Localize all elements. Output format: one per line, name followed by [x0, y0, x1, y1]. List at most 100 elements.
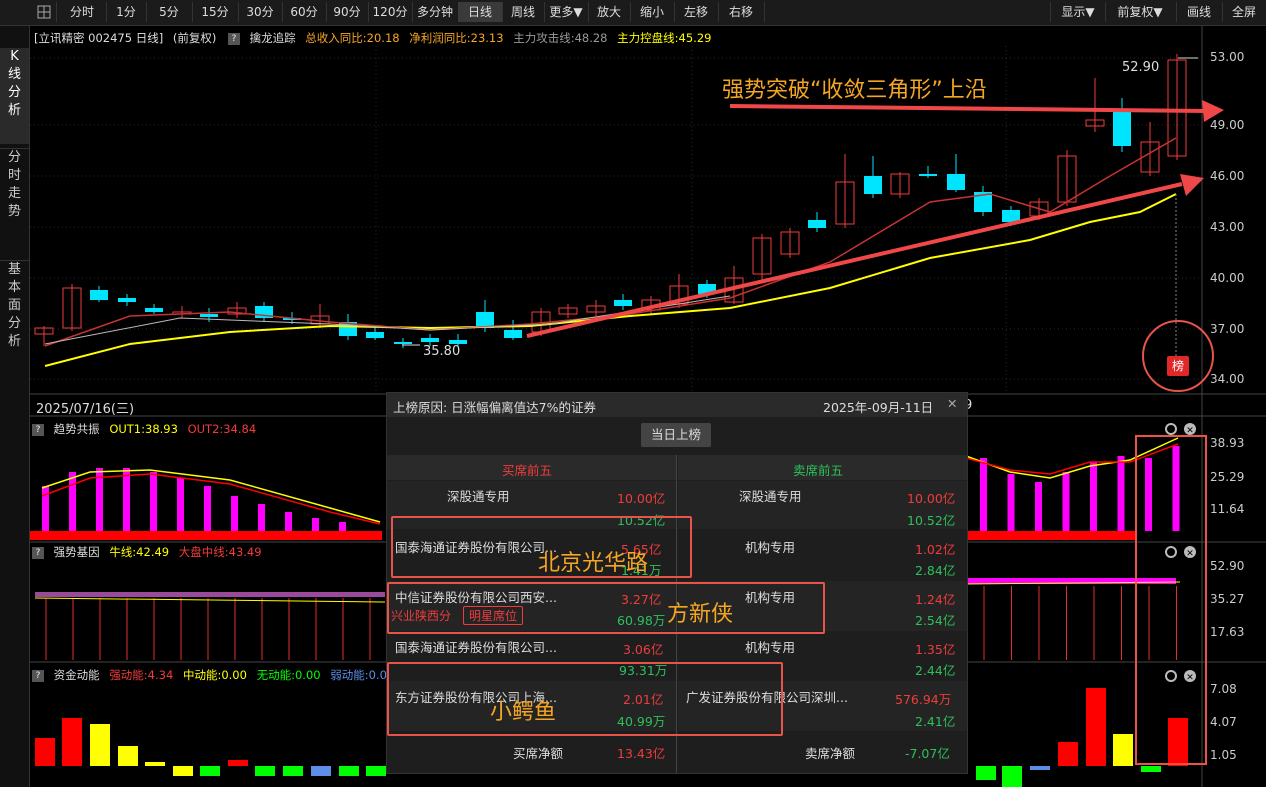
tab-intraday[interactable]: 分 时 走 势 — [0, 148, 29, 245]
help-icon[interactable]: ? — [227, 32, 240, 45]
momentum-bar — [228, 760, 248, 766]
momentum-bar — [35, 738, 55, 766]
sell-amount: 2.44亿 — [915, 663, 956, 678]
period-multi-min[interactable]: 多分钟 — [412, 2, 459, 22]
period-weekly[interactable]: 周线 — [502, 2, 545, 22]
sell-net-label: 卖席净额 — [805, 746, 856, 761]
price-tick: 46.00 — [1210, 169, 1245, 183]
buy-amount: 1.02亿 — [915, 542, 956, 557]
panel1-out1: OUT1:38.93 — [109, 422, 178, 436]
panel2-header: ? 强势基因 牛线:42.49 大盘中线:43.49 — [30, 543, 268, 561]
buy-seat-name[interactable]: 深股通专用 — [447, 486, 510, 505]
momentum-bar — [1058, 742, 1078, 766]
panel3-tick: 1.05 — [1210, 748, 1237, 762]
help-icon[interactable]: ? — [32, 669, 44, 682]
panel3-none: 无动能:0.00 — [256, 668, 321, 682]
sell-net-value: -7.07亿 — [905, 746, 950, 761]
display-menu[interactable]: 显示▼ — [1050, 2, 1106, 22]
period-5min[interactable]: 5分 — [146, 2, 193, 22]
period-daily[interactable]: 日线 — [458, 2, 503, 22]
sell-amount: 10.52亿 — [907, 513, 956, 528]
tab-char: 基 — [7, 262, 21, 277]
period-toolbar: 分时 1分 5分 15分 30分 60分 90分 120分 多分钟 日线 周线 … — [0, 0, 1266, 26]
candle-body-down — [614, 300, 632, 306]
help-icon[interactable]: ? — [32, 423, 44, 436]
panel2-name: 强势基因 — [53, 545, 100, 559]
period-15min[interactable]: 15分 — [192, 2, 239, 22]
candle-body-down — [118, 298, 136, 302]
date-label: 2025/07/16(三) — [36, 402, 135, 417]
today-list-button[interactable]: 当日上榜 — [641, 423, 711, 447]
panel1-header: ? 趋势共振 OUT1:38.93 OUT2:34.84 — [30, 420, 262, 438]
tab-char: 析 — [7, 334, 21, 349]
close-icon[interactable]: ✕ — [947, 396, 957, 411]
momentum-bar — [1168, 718, 1188, 766]
trend-bar — [69, 472, 76, 531]
buy-net-value: 13.43亿 — [617, 746, 666, 761]
period-more[interactable]: 更多▼ — [544, 2, 589, 22]
panel1-tick: 38.93 — [1210, 436, 1245, 450]
gene-band — [35, 592, 385, 597]
zoom-in-button[interactable]: 放大 — [588, 2, 631, 22]
trend-bar — [258, 504, 265, 531]
tab-kline-analysis[interactable]: K 线 分 析 — [0, 48, 29, 144]
period-1min[interactable]: 1分 — [106, 2, 147, 22]
move-left-button[interactable]: 左移 — [674, 2, 719, 22]
indicator-name: 擒龙追踪 — [249, 31, 296, 45]
adjust-mode: (前复权) — [172, 31, 217, 45]
trend-bar — [312, 518, 319, 531]
sell-seat-name[interactable]: 机构专用 — [745, 537, 795, 556]
panel2-tick: 52.90 — [1210, 559, 1245, 573]
sell-seat-name[interactable]: 深股通专用 — [739, 486, 802, 505]
period-90min[interactable]: 90分 — [326, 2, 369, 22]
upper-trend-arrow — [729, 104, 1209, 113]
bang-badge[interactable]: 榜 — [1167, 356, 1189, 376]
moving-averages — [44, 137, 1177, 367]
help-icon[interactable]: ? — [32, 546, 44, 559]
price-tick: 49.00 — [1210, 118, 1245, 132]
trend-bar — [1117, 456, 1125, 531]
tab-fundamentals[interactable]: 基 本 面 分 析 — [0, 260, 29, 371]
period-60min[interactable]: 60分 — [282, 2, 327, 22]
candle-body-down — [1113, 112, 1131, 146]
panel3-strong: 强动能:4.34 — [109, 668, 174, 682]
buy-seat-name[interactable]: 国泰海通证券股份有限公司... — [395, 637, 557, 656]
baseline-bar — [30, 531, 382, 540]
period-120min[interactable]: 120分 — [368, 2, 413, 22]
zoom-out-button[interactable]: 缩小 — [630, 2, 675, 22]
tab-char: K — [10, 49, 19, 64]
sell-amount: 2.41亿 — [915, 714, 956, 729]
momentum-bar — [200, 766, 220, 776]
gear-icon[interactable]: ✕ — [1165, 423, 1196, 436]
candle-body-down — [864, 176, 882, 194]
tab-char: 分 — [7, 316, 21, 331]
momentum-bar — [1002, 766, 1022, 787]
momentum-bar — [1086, 688, 1106, 766]
gear-icon[interactable]: ✕ — [1165, 670, 1196, 683]
panel3-weak: 弱动能:0.00 — [330, 668, 395, 682]
momentum-bar — [283, 766, 303, 776]
svg-text:✕: ✕ — [1186, 549, 1194, 559]
buy-amount: 1.24亿 — [915, 592, 956, 607]
panel1-tick: 25.29 — [1210, 470, 1245, 484]
niu-line — [34, 597, 386, 603]
period-30min[interactable]: 30分 — [238, 2, 283, 22]
momentum-bar — [118, 746, 138, 766]
trend-bar — [231, 496, 238, 531]
annotation-beijing: 北京光华路 — [538, 551, 649, 576]
candle-body-down — [145, 308, 163, 312]
buy-net-label: 买席净额 — [513, 746, 564, 761]
gear-icon[interactable]: ✕ — [1165, 546, 1196, 559]
sell-header: 卖席前五 — [793, 463, 844, 478]
fullscreen-button[interactable]: 全屏 — [1222, 2, 1266, 22]
grid-icon[interactable] — [32, 2, 57, 22]
sell-seat-name[interactable]: 机构专用 — [745, 637, 795, 656]
adjust-menu[interactable]: 前复权▼ — [1104, 2, 1177, 22]
trend-bar — [42, 486, 49, 531]
period-fenshi[interactable]: 分时 — [58, 2, 107, 22]
draw-line-button[interactable]: 画线 — [1176, 2, 1223, 22]
move-right-button[interactable]: 右移 — [718, 2, 765, 22]
low-price-label: 35.80 — [423, 344, 461, 359]
trend-bar — [339, 522, 346, 531]
panel2-tick: 35.27 — [1210, 592, 1245, 606]
